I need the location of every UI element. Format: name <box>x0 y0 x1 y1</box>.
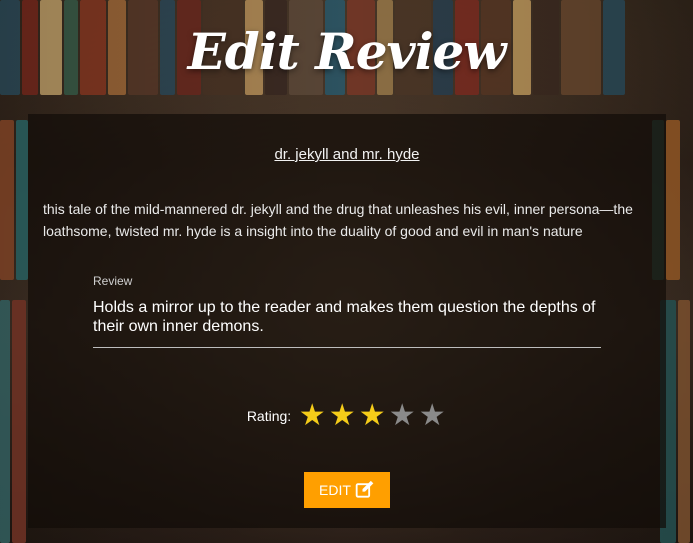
book-title-link[interactable]: dr. jekyll and mr. hyde <box>28 146 666 163</box>
rating-label: Rating: <box>246 408 292 424</box>
star-icon-3[interactable]: ★ <box>357 400 387 432</box>
star-icon-5[interactable]: ★ <box>417 400 447 432</box>
book-description: this tale of the mild-mannered dr. jekyl… <box>43 201 633 239</box>
review-card: dr. jekyll and mr. hyde this tale of the… <box>28 114 666 528</box>
review-label: Review <box>93 274 133 288</box>
star-icon-4[interactable]: ★ <box>387 400 417 432</box>
edit-button[interactable]: Edit <box>304 472 390 508</box>
review-textarea[interactable]: Holds a mirror up to the reader and make… <box>93 298 601 348</box>
star-icon-1[interactable]: ★ <box>297 400 327 432</box>
rating-stars: ★ ★ ★ ★ ★ <box>297 400 447 432</box>
edit-square-icon <box>355 480 374 498</box>
edit-button-label: Edit <box>319 482 351 498</box>
star-icon-2[interactable]: ★ <box>327 400 357 432</box>
rating-control: Rating: ★ ★ ★ ★ ★ <box>28 400 666 432</box>
page-title: Edit Review <box>187 22 507 81</box>
